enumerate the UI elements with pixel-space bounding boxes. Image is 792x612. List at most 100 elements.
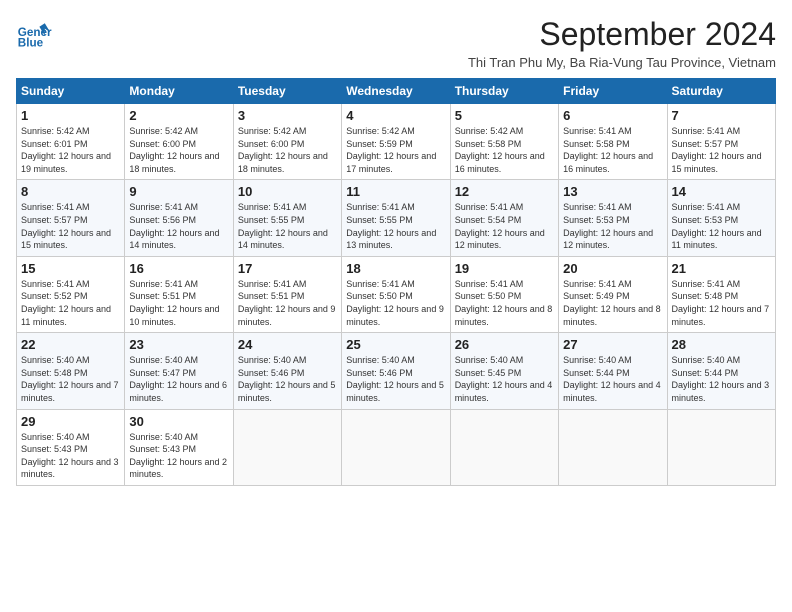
day-info: Sunrise: 5:42 AM Sunset: 6:00 PM Dayligh… (129, 125, 228, 175)
day-number: 19 (455, 261, 554, 276)
day-info: Sunrise: 5:41 AM Sunset: 5:53 PM Dayligh… (672, 201, 771, 251)
day-number: 17 (238, 261, 337, 276)
calendar-cell: 4 Sunrise: 5:42 AM Sunset: 5:59 PM Dayli… (342, 104, 450, 180)
day-number: 20 (563, 261, 662, 276)
calendar-cell: 14 Sunrise: 5:41 AM Sunset: 5:53 PM Dayl… (667, 180, 775, 256)
weekday-header-thursday: Thursday (450, 79, 558, 104)
day-number: 15 (21, 261, 120, 276)
calendar-cell: 15 Sunrise: 5:41 AM Sunset: 5:52 PM Dayl… (17, 256, 125, 332)
day-number: 24 (238, 337, 337, 352)
day-info: Sunrise: 5:40 AM Sunset: 5:47 PM Dayligh… (129, 354, 228, 404)
calendar-cell: 6 Sunrise: 5:41 AM Sunset: 5:58 PM Dayli… (559, 104, 667, 180)
logo-icon: General Blue (16, 16, 52, 52)
calendar-week-4: 22 Sunrise: 5:40 AM Sunset: 5:48 PM Dayl… (17, 333, 776, 409)
day-info: Sunrise: 5:41 AM Sunset: 5:55 PM Dayligh… (238, 201, 337, 251)
calendar-cell: 22 Sunrise: 5:40 AM Sunset: 5:48 PM Dayl… (17, 333, 125, 409)
calendar-cell: 7 Sunrise: 5:41 AM Sunset: 5:57 PM Dayli… (667, 104, 775, 180)
day-number: 26 (455, 337, 554, 352)
calendar-cell: 18 Sunrise: 5:41 AM Sunset: 5:50 PM Dayl… (342, 256, 450, 332)
day-info: Sunrise: 5:42 AM Sunset: 5:59 PM Dayligh… (346, 125, 445, 175)
day-info: Sunrise: 5:42 AM Sunset: 6:01 PM Dayligh… (21, 125, 120, 175)
calendar-cell: 1 Sunrise: 5:42 AM Sunset: 6:01 PM Dayli… (17, 104, 125, 180)
day-info: Sunrise: 5:41 AM Sunset: 5:57 PM Dayligh… (672, 125, 771, 175)
calendar-cell: 28 Sunrise: 5:40 AM Sunset: 5:44 PM Dayl… (667, 333, 775, 409)
day-info: Sunrise: 5:41 AM Sunset: 5:50 PM Dayligh… (346, 278, 445, 328)
day-number: 2 (129, 108, 228, 123)
day-number: 18 (346, 261, 445, 276)
calendar-cell: 16 Sunrise: 5:41 AM Sunset: 5:51 PM Dayl… (125, 256, 233, 332)
day-info: Sunrise: 5:40 AM Sunset: 5:46 PM Dayligh… (238, 354, 337, 404)
day-info: Sunrise: 5:42 AM Sunset: 6:00 PM Dayligh… (238, 125, 337, 175)
weekday-header-sunday: Sunday (17, 79, 125, 104)
calendar-cell: 13 Sunrise: 5:41 AM Sunset: 5:53 PM Dayl… (559, 180, 667, 256)
calendar-week-3: 15 Sunrise: 5:41 AM Sunset: 5:52 PM Dayl… (17, 256, 776, 332)
day-number: 30 (129, 414, 228, 429)
calendar-cell: 19 Sunrise: 5:41 AM Sunset: 5:50 PM Dayl… (450, 256, 558, 332)
weekday-header-friday: Friday (559, 79, 667, 104)
calendar-cell: 9 Sunrise: 5:41 AM Sunset: 5:56 PM Dayli… (125, 180, 233, 256)
day-info: Sunrise: 5:40 AM Sunset: 5:44 PM Dayligh… (563, 354, 662, 404)
weekday-header-monday: Monday (125, 79, 233, 104)
day-info: Sunrise: 5:41 AM Sunset: 5:56 PM Dayligh… (129, 201, 228, 251)
day-info: Sunrise: 5:40 AM Sunset: 5:43 PM Dayligh… (129, 431, 228, 481)
calendar-week-5: 29 Sunrise: 5:40 AM Sunset: 5:43 PM Dayl… (17, 409, 776, 485)
calendar-cell: 12 Sunrise: 5:41 AM Sunset: 5:54 PM Dayl… (450, 180, 558, 256)
day-info: Sunrise: 5:41 AM Sunset: 5:53 PM Dayligh… (563, 201, 662, 251)
day-info: Sunrise: 5:40 AM Sunset: 5:48 PM Dayligh… (21, 354, 120, 404)
day-number: 13 (563, 184, 662, 199)
day-number: 25 (346, 337, 445, 352)
day-number: 3 (238, 108, 337, 123)
day-number: 9 (129, 184, 228, 199)
calendar-cell: 25 Sunrise: 5:40 AM Sunset: 5:46 PM Dayl… (342, 333, 450, 409)
day-info: Sunrise: 5:40 AM Sunset: 5:45 PM Dayligh… (455, 354, 554, 404)
day-info: Sunrise: 5:42 AM Sunset: 5:58 PM Dayligh… (455, 125, 554, 175)
day-number: 6 (563, 108, 662, 123)
calendar-cell: 20 Sunrise: 5:41 AM Sunset: 5:49 PM Dayl… (559, 256, 667, 332)
day-number: 21 (672, 261, 771, 276)
calendar-week-2: 8 Sunrise: 5:41 AM Sunset: 5:57 PM Dayli… (17, 180, 776, 256)
day-info: Sunrise: 5:41 AM Sunset: 5:49 PM Dayligh… (563, 278, 662, 328)
calendar-cell: 11 Sunrise: 5:41 AM Sunset: 5:55 PM Dayl… (342, 180, 450, 256)
calendar-cell (233, 409, 341, 485)
page-header: General Blue September 2024 Thi Tran Phu… (16, 16, 776, 70)
calendar-cell: 21 Sunrise: 5:41 AM Sunset: 5:48 PM Dayl… (667, 256, 775, 332)
day-info: Sunrise: 5:41 AM Sunset: 5:57 PM Dayligh… (21, 201, 120, 251)
day-number: 22 (21, 337, 120, 352)
day-info: Sunrise: 5:41 AM Sunset: 5:48 PM Dayligh… (672, 278, 771, 328)
day-number: 28 (672, 337, 771, 352)
weekday-header-row: SundayMondayTuesdayWednesdayThursdayFrid… (17, 79, 776, 104)
day-number: 12 (455, 184, 554, 199)
calendar-cell: 27 Sunrise: 5:40 AM Sunset: 5:44 PM Dayl… (559, 333, 667, 409)
day-number: 7 (672, 108, 771, 123)
calendar-table: SundayMondayTuesdayWednesdayThursdayFrid… (16, 78, 776, 486)
day-info: Sunrise: 5:41 AM Sunset: 5:52 PM Dayligh… (21, 278, 120, 328)
calendar-cell (342, 409, 450, 485)
month-title: September 2024 (468, 16, 776, 53)
day-info: Sunrise: 5:40 AM Sunset: 5:46 PM Dayligh… (346, 354, 445, 404)
calendar-week-1: 1 Sunrise: 5:42 AM Sunset: 6:01 PM Dayli… (17, 104, 776, 180)
svg-text:Blue: Blue (18, 37, 44, 50)
calendar-cell: 30 Sunrise: 5:40 AM Sunset: 5:43 PM Dayl… (125, 409, 233, 485)
calendar-cell (559, 409, 667, 485)
day-info: Sunrise: 5:41 AM Sunset: 5:51 PM Dayligh… (129, 278, 228, 328)
calendar-cell (450, 409, 558, 485)
calendar-cell (667, 409, 775, 485)
calendar-cell: 5 Sunrise: 5:42 AM Sunset: 5:58 PM Dayli… (450, 104, 558, 180)
day-number: 23 (129, 337, 228, 352)
day-number: 14 (672, 184, 771, 199)
day-info: Sunrise: 5:41 AM Sunset: 5:58 PM Dayligh… (563, 125, 662, 175)
weekday-header-wednesday: Wednesday (342, 79, 450, 104)
day-number: 16 (129, 261, 228, 276)
day-number: 8 (21, 184, 120, 199)
title-block: September 2024 Thi Tran Phu My, Ba Ria-V… (468, 16, 776, 70)
day-number: 11 (346, 184, 445, 199)
location-subtitle: Thi Tran Phu My, Ba Ria-Vung Tau Provinc… (468, 55, 776, 70)
day-info: Sunrise: 5:40 AM Sunset: 5:44 PM Dayligh… (672, 354, 771, 404)
calendar-cell: 17 Sunrise: 5:41 AM Sunset: 5:51 PM Dayl… (233, 256, 341, 332)
day-number: 10 (238, 184, 337, 199)
logo: General Blue (16, 16, 52, 52)
day-number: 27 (563, 337, 662, 352)
calendar-cell: 8 Sunrise: 5:41 AM Sunset: 5:57 PM Dayli… (17, 180, 125, 256)
calendar-cell: 2 Sunrise: 5:42 AM Sunset: 6:00 PM Dayli… (125, 104, 233, 180)
day-info: Sunrise: 5:41 AM Sunset: 5:51 PM Dayligh… (238, 278, 337, 328)
